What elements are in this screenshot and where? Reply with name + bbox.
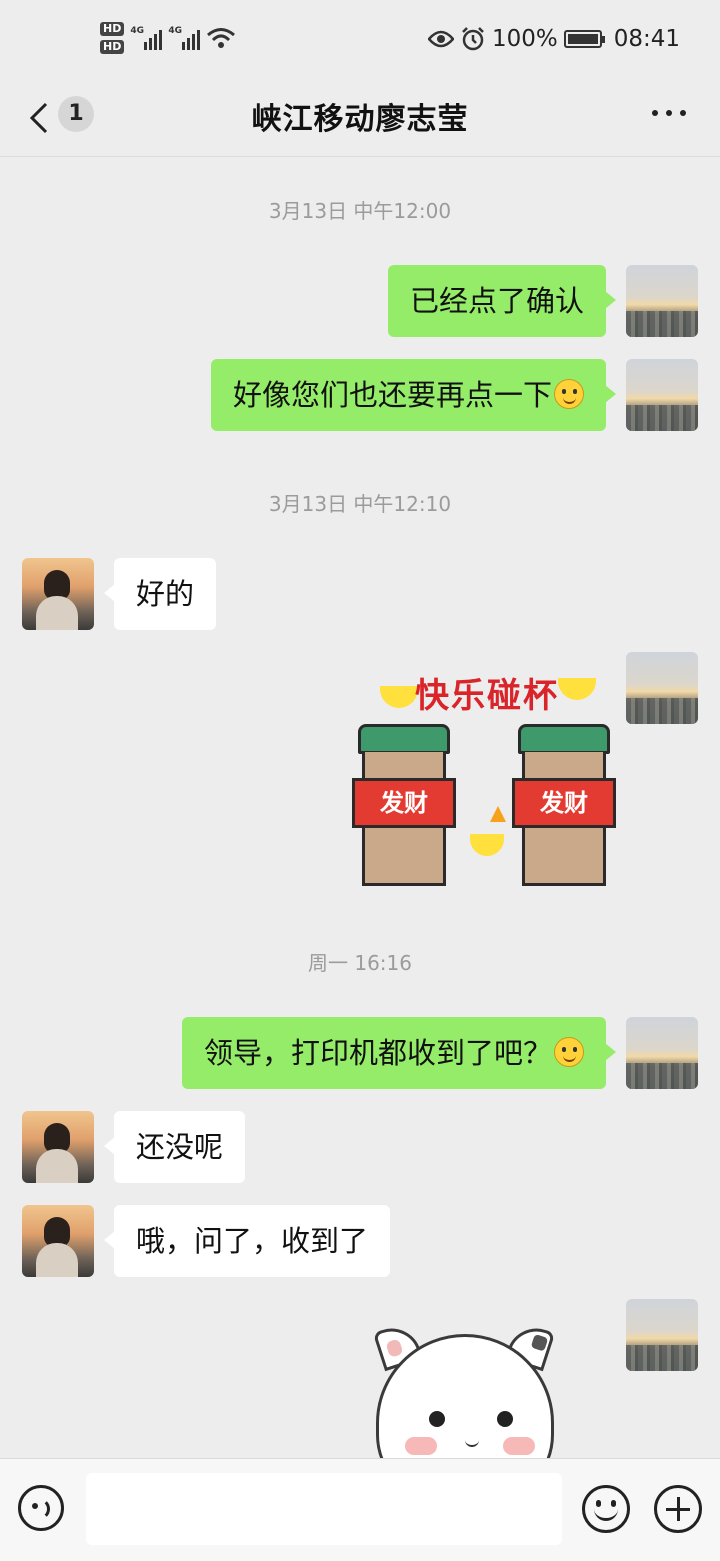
- input-bar: [0, 1458, 720, 1561]
- message-text: 哦，问了，收到了: [136, 1224, 369, 1258]
- contact-avatar[interactable]: [22, 1205, 94, 1277]
- coffee-cup-icon: 发财: [512, 724, 616, 888]
- plus-icon[interactable]: [654, 1485, 702, 1533]
- sticker-caption: 快乐碰杯: [415, 676, 559, 716]
- message-bubble-outgoing[interactable]: 领导，打印机都收到了吧？: [181, 1017, 617, 1089]
- message-bubble-outgoing[interactable]: 好像您们也还要再点一下: [210, 359, 617, 431]
- chat-header: 1 峡江移动廖志莹: [0, 84, 720, 157]
- alarm-icon: [462, 27, 484, 51]
- message-text: 领导，打印机都收到了吧？: [203, 1036, 552, 1070]
- hd-badge-2: HD: [100, 40, 125, 54]
- wifi-icon: [207, 28, 236, 48]
- my-avatar[interactable]: [626, 1299, 698, 1371]
- voice-icon[interactable]: [18, 1485, 64, 1531]
- emoji-icon[interactable]: [582, 1485, 630, 1533]
- message-text: 好像您们也还要再点一下: [232, 378, 552, 412]
- my-avatar[interactable]: [626, 652, 698, 724]
- hd-badge-1: HD: [100, 22, 125, 36]
- timestamp: 3月13日 中午12:00: [268, 199, 452, 223]
- message-bubble-incoming[interactable]: 哦，问了，收到了: [103, 1205, 391, 1277]
- timestamp: 周一 16:16: [308, 951, 412, 975]
- cup-band-text: 发财: [352, 778, 456, 828]
- gold-ingot-icon: [470, 834, 504, 856]
- cat-sticker[interactable]: [370, 1326, 560, 1460]
- contact-avatar[interactable]: [22, 558, 94, 630]
- more-dots-icon[interactable]: [652, 108, 686, 118]
- status-bar: HD HD 4G 4G 100% 08:41: [0, 0, 720, 84]
- message-text: 好的: [136, 577, 195, 611]
- my-avatar[interactable]: [626, 1017, 698, 1089]
- network-type-1: 4G: [130, 26, 144, 36]
- coffee-cup-icon: 发财: [352, 724, 456, 888]
- clock-time: 08:41: [613, 26, 680, 52]
- cup-band-text: 发财: [512, 778, 616, 828]
- sparkle-icon: [490, 806, 506, 822]
- smile-emoji-icon: [554, 1037, 584, 1067]
- message-bubble-incoming[interactable]: 好的: [103, 558, 217, 630]
- my-avatar[interactable]: [626, 359, 698, 431]
- timestamp: 3月13日 中午12:10: [268, 492, 452, 516]
- signal-icon-2: 4G: [168, 26, 201, 50]
- signal-icon: 4G: [130, 26, 163, 50]
- eye-icon: [427, 30, 454, 48]
- message-input[interactable]: [86, 1473, 562, 1545]
- cheers-sticker[interactable]: 快乐碰杯 发财 发财: [352, 658, 616, 890]
- message-bubble-outgoing[interactable]: 已经点了确认: [387, 265, 617, 337]
- my-avatar[interactable]: [626, 265, 698, 337]
- chat-title: 峡江移动廖志莹: [251, 102, 469, 137]
- battery-percent: 100%: [491, 26, 558, 52]
- smile-emoji-icon: [554, 379, 584, 409]
- status-left: HD HD 4G 4G: [100, 22, 236, 54]
- battery-icon: [563, 30, 605, 48]
- message-text: 还没呢: [136, 1130, 224, 1164]
- network-type-2: 4G: [168, 26, 182, 36]
- message-text: 已经点了确认: [409, 284, 584, 318]
- hd-indicator: HD HD: [100, 22, 125, 54]
- message-bubble-incoming[interactable]: 还没呢: [103, 1111, 246, 1183]
- contact-avatar[interactable]: [22, 1111, 94, 1183]
- status-right: 100% 08:41: [427, 26, 680, 52]
